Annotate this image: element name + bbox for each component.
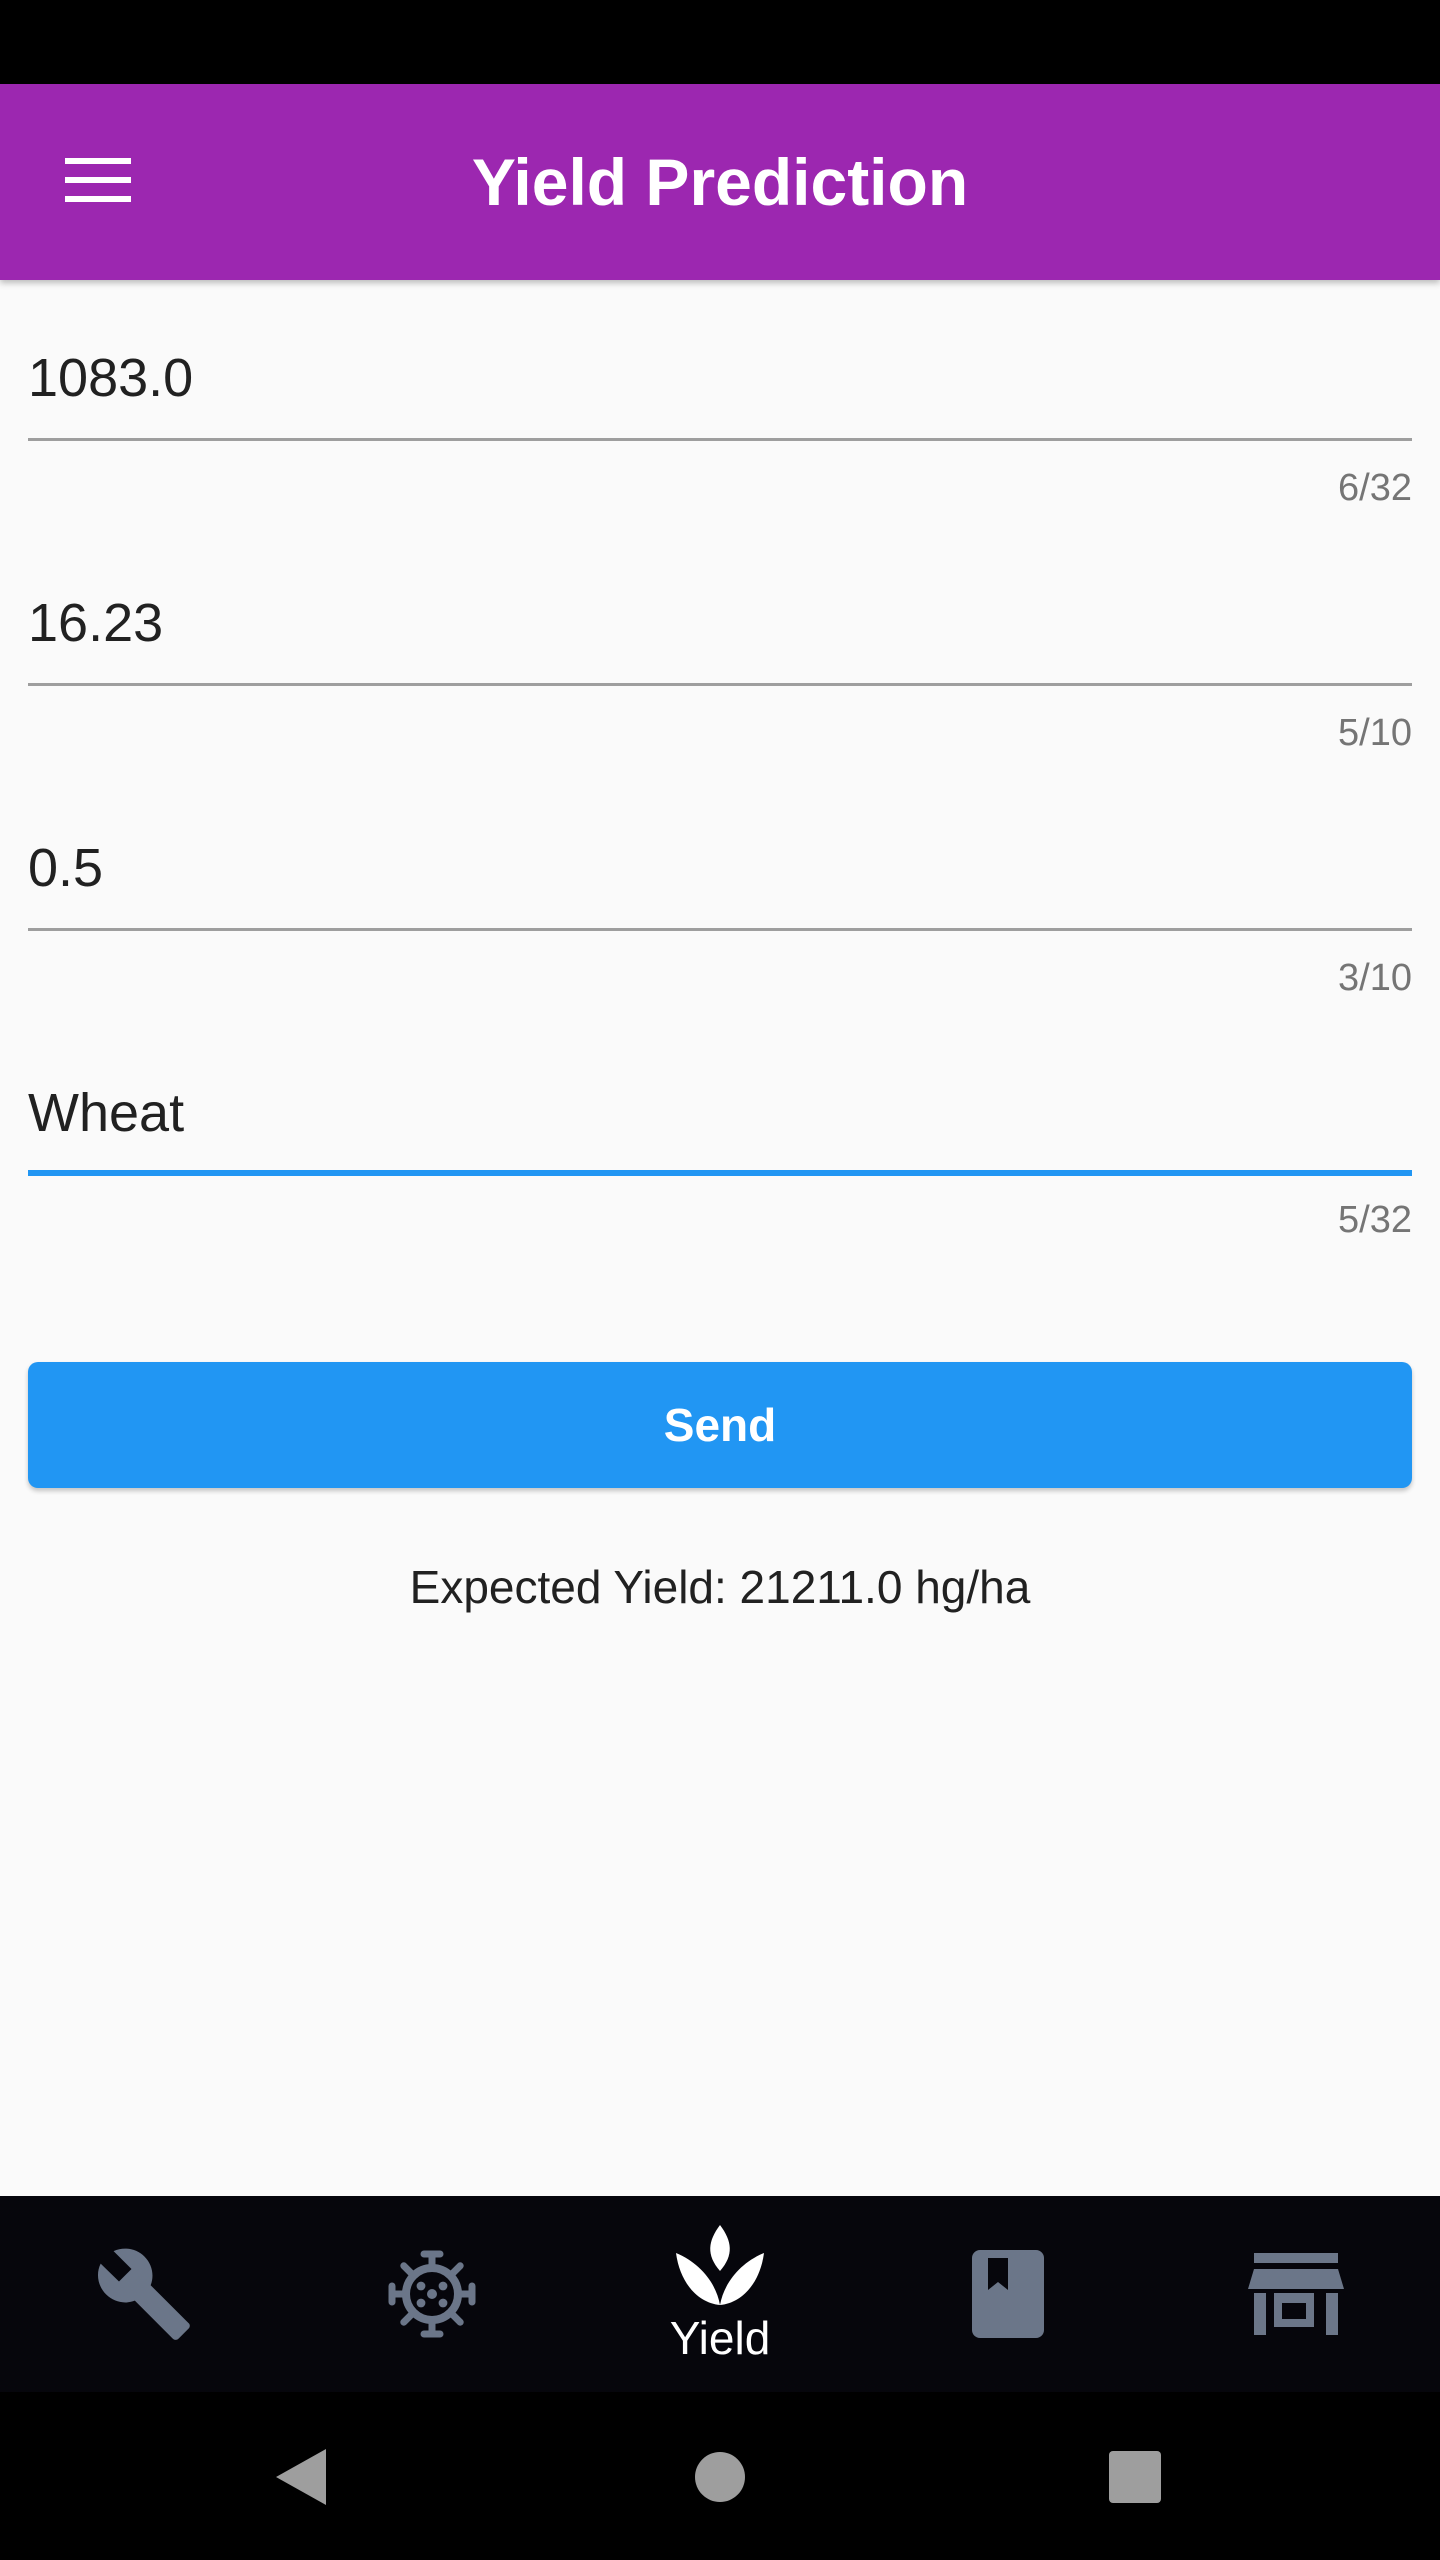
nav-item-disease[interactable]	[288, 2196, 576, 2392]
field-3-input[interactable]	[28, 808, 1412, 928]
virus-icon	[388, 2250, 476, 2338]
menu-icon	[65, 158, 131, 202]
system-navigation-bar	[0, 2392, 1440, 2560]
recents-icon	[1109, 2451, 1161, 2503]
home-icon	[695, 2452, 745, 2502]
yield-form: 6/32 5/10 3/10 5/32 Send Expected Yield:…	[0, 280, 1440, 2196]
bottom-navigation: Yield	[0, 2196, 1440, 2392]
system-recents-button[interactable]	[1100, 2442, 1170, 2512]
field-1-underline	[28, 438, 1412, 441]
nav-item-tools[interactable]	[0, 2196, 288, 2392]
field-2-input[interactable]	[28, 563, 1412, 683]
status-bar	[0, 0, 1440, 84]
back-icon	[276, 2449, 326, 2505]
sprout-icon	[676, 2225, 764, 2305]
nav-item-library[interactable]	[864, 2196, 1152, 2392]
field-3-counter: 3/10	[1338, 957, 1412, 999]
field-4-input[interactable]	[28, 1053, 1412, 1173]
field-1-input[interactable]	[28, 318, 1412, 438]
field-3-underline	[28, 928, 1412, 931]
app-bar: Yield Prediction	[0, 84, 1440, 280]
field-4-counter: 5/32	[1338, 1199, 1412, 1241]
field-1: 6/32	[28, 318, 1412, 510]
system-home-button[interactable]	[685, 2442, 755, 2512]
wrench-icon	[97, 2248, 190, 2340]
menu-button[interactable]	[50, 132, 146, 228]
field-2-underline	[28, 683, 1412, 686]
nav-item-store[interactable]	[1152, 2196, 1440, 2392]
nav-item-yield[interactable]: Yield	[576, 2196, 864, 2392]
field-2: 5/10	[28, 563, 1412, 755]
book-icon	[972, 2250, 1044, 2338]
system-back-button[interactable]	[265, 2442, 335, 2512]
field-1-counter: 6/32	[1338, 467, 1412, 509]
field-4: 5/32	[28, 1053, 1412, 1242]
nav-item-yield-label: Yield	[669, 2312, 771, 2364]
send-button[interactable]: Send	[28, 1362, 1412, 1488]
field-4-underline	[28, 1170, 1412, 1176]
store-icon	[1248, 2253, 1344, 2335]
expected-yield-text: Expected Yield: 21211.0 hg/ha	[409, 1561, 1031, 1613]
page-title: Yield Prediction	[471, 145, 969, 219]
field-3: 3/10	[28, 808, 1412, 1000]
field-2-counter: 5/10	[1338, 712, 1412, 754]
